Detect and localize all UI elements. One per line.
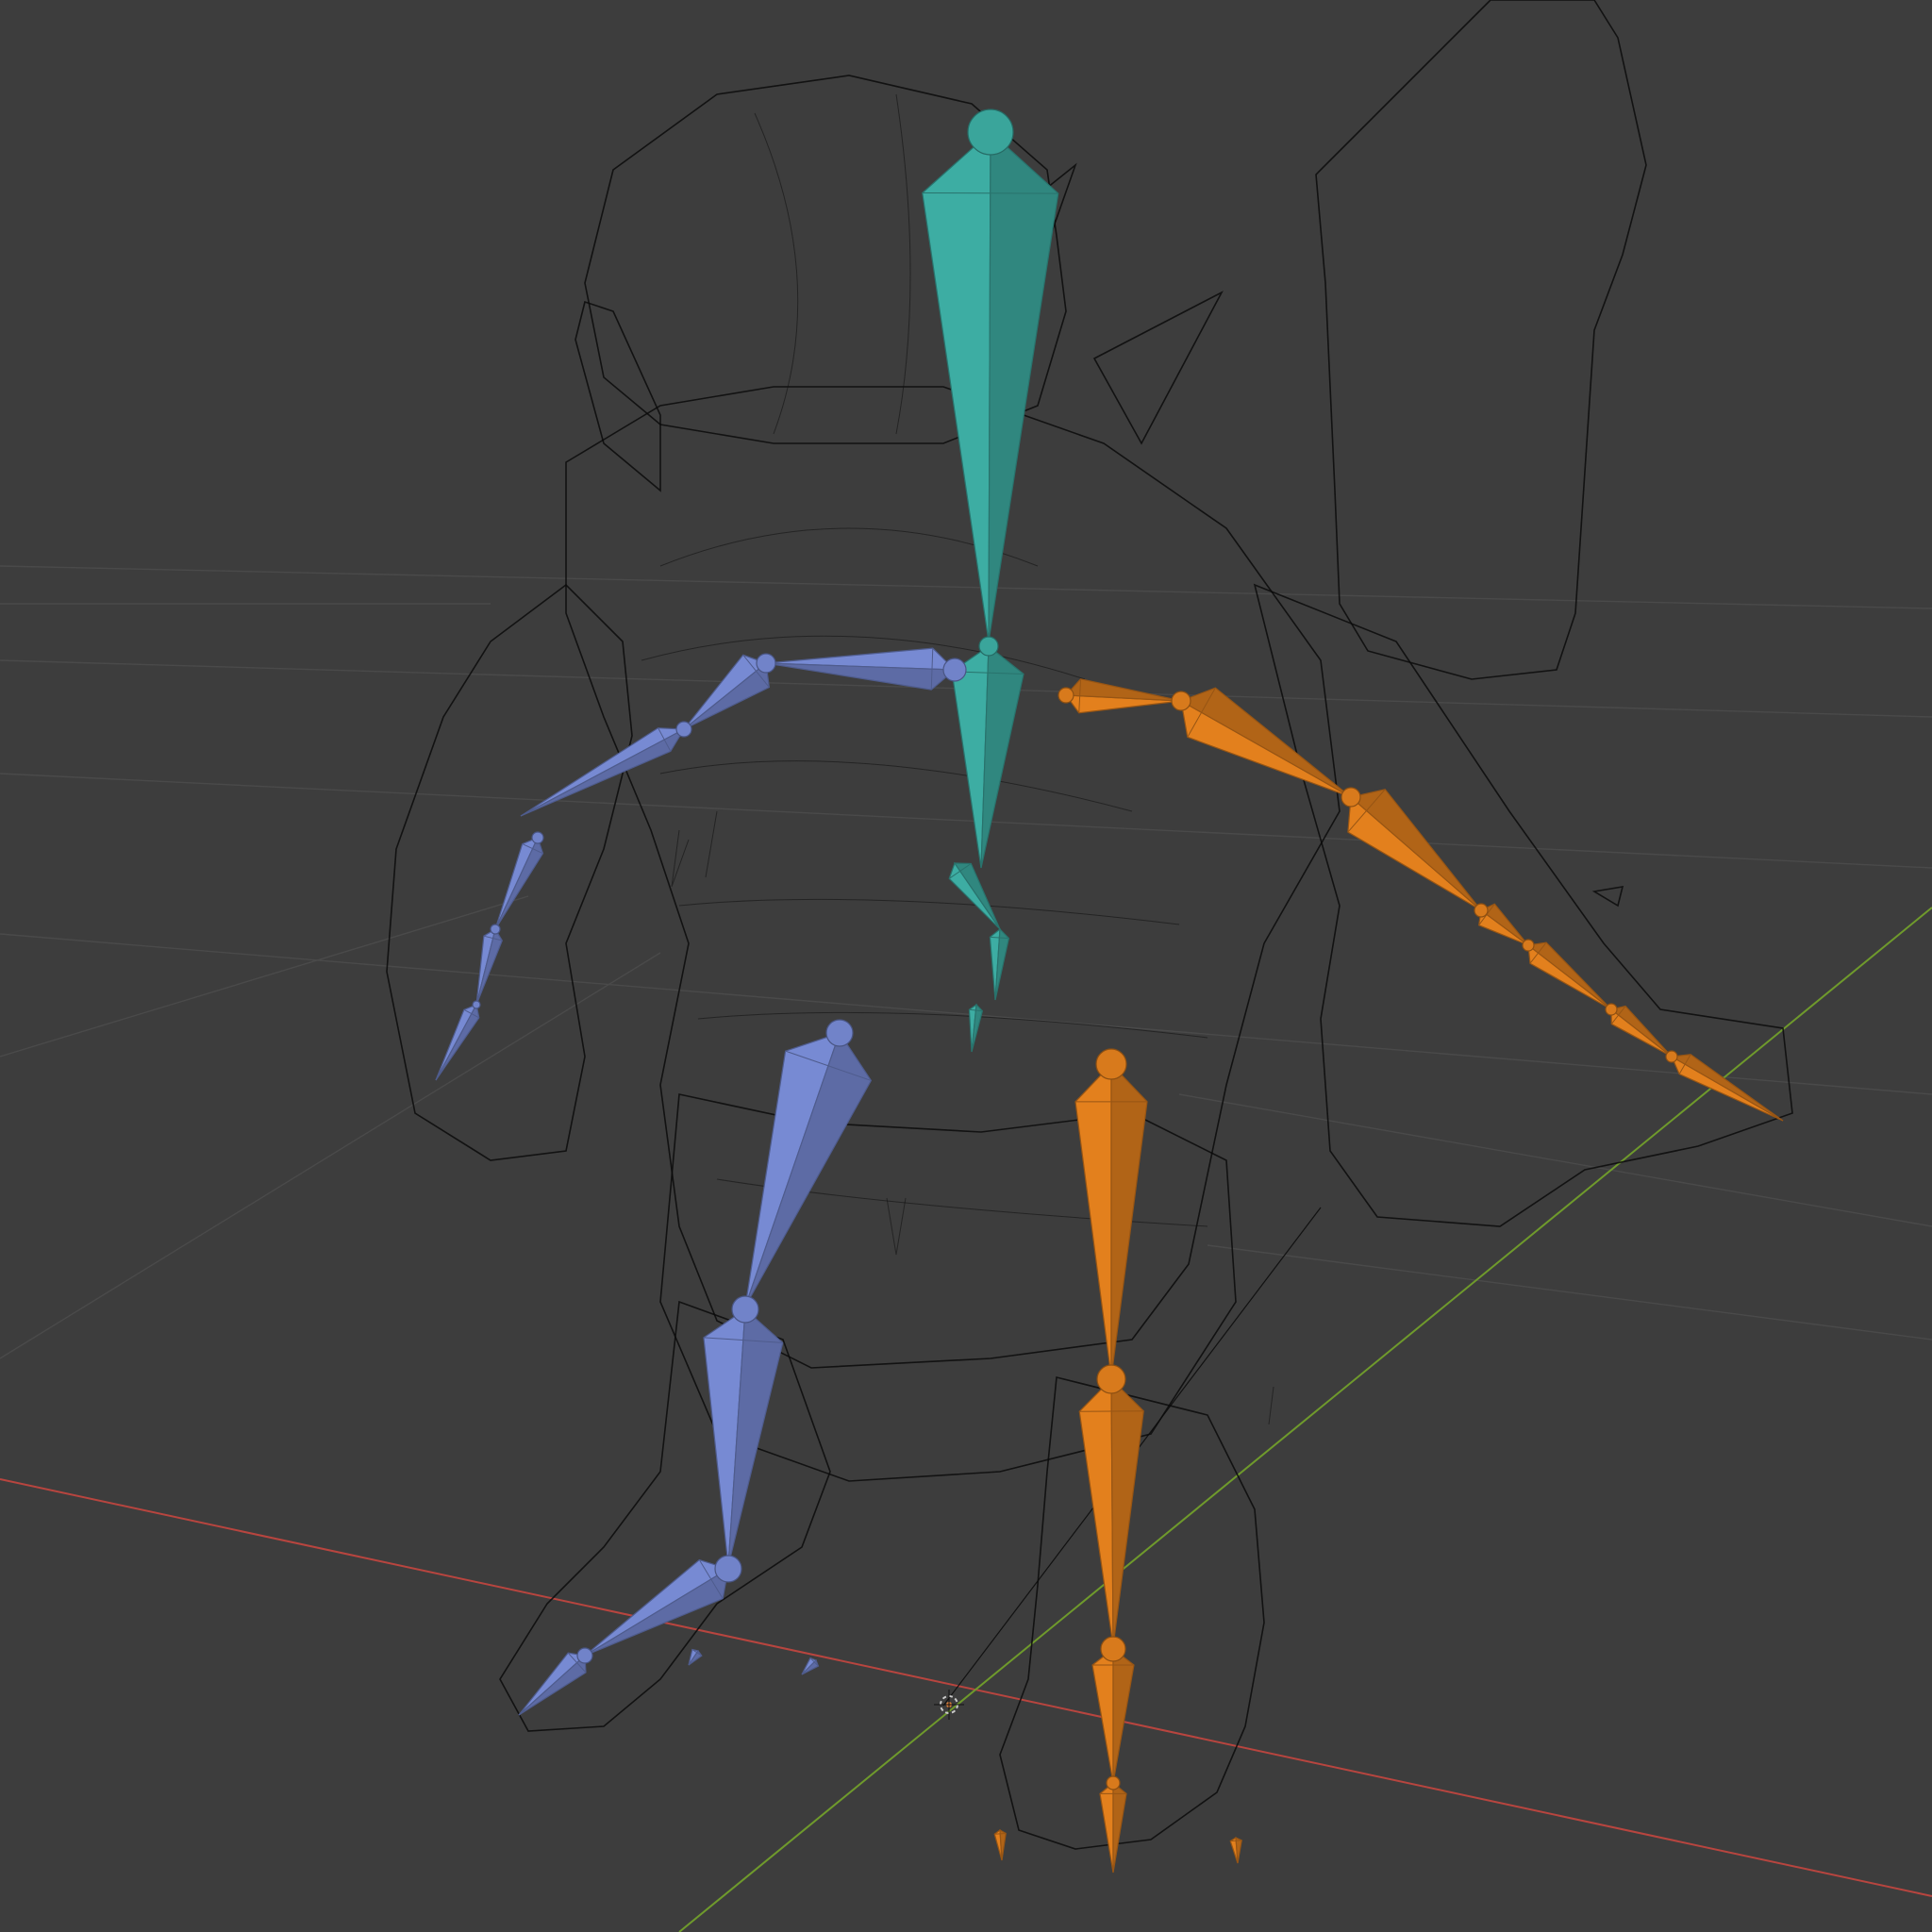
bone-finger-r-2[interactable]: [1605, 1003, 1673, 1058]
bone-upperarm-l[interactable]: [683, 653, 776, 730]
bone-finger-r-1-head-joint[interactable]: [1522, 939, 1535, 952]
scene-axes: [0, 907, 1932, 1932]
bone-toe-l-3[interactable]: [801, 1657, 820, 1675]
bone-toe-l[interactable]: [518, 1647, 593, 1716]
bone-thigh-r-head-joint[interactable]: [1095, 1048, 1127, 1080]
bone-shin-l-head-joint[interactable]: [731, 1295, 759, 1324]
bone-toe-r[interactable]: [1099, 1775, 1127, 1874]
bone-foot-l[interactable]: [584, 1555, 742, 1657]
bone-jaw-2[interactable]: [989, 927, 1010, 1001]
y-axis-line: [678, 907, 1932, 1932]
bone-upperarm-r[interactable]: [1171, 687, 1352, 798]
armature[interactable]: [435, 108, 1784, 1874]
bone-shoulder-r[interactable]: [1058, 678, 1182, 714]
bone-toe-r-2[interactable]: [993, 1828, 1007, 1861]
bone-toe-l-2[interactable]: [688, 1648, 703, 1666]
bone-shin-r-head-joint[interactable]: [1096, 1364, 1126, 1394]
bone-upperarm-r-head-joint[interactable]: [1171, 691, 1191, 711]
bone-thigh-r[interactable]: [1074, 1048, 1148, 1378]
bone-finger-l-2-head-joint[interactable]: [472, 1000, 481, 1009]
bone-finger-r-1[interactable]: [1522, 939, 1612, 1010]
bone-toe-r-head-joint[interactable]: [1106, 1775, 1121, 1790]
bone-thigh-l[interactable]: [744, 1019, 873, 1307]
bone-forearm-l-head-joint[interactable]: [675, 721, 692, 738]
bone-finger-l-1-head-joint[interactable]: [490, 924, 501, 935]
bone-shin-l[interactable]: [703, 1295, 784, 1567]
bone-foot-r-head-joint[interactable]: [1100, 1636, 1126, 1662]
bone-toe-r-3[interactable]: [1229, 1836, 1242, 1864]
bone-hand-r-head-joint[interactable]: [1474, 903, 1489, 918]
bone-shoulder-l-head-joint[interactable]: [942, 658, 967, 682]
character-wireframe-mesh[interactable]: [386, 0, 1793, 1850]
bone-hand-l-head-joint[interactable]: [531, 831, 544, 844]
bone-thigh-l-head-joint[interactable]: [825, 1019, 854, 1047]
x-axis-line: [0, 1478, 1932, 1897]
bone-hand-r[interactable]: [1474, 903, 1529, 946]
bone-foot-l-head-joint[interactable]: [714, 1555, 742, 1583]
bone-neck-head-joint[interactable]: [978, 636, 999, 657]
bone-finger-r-2-head-joint[interactable]: [1605, 1003, 1618, 1016]
bone-head-head-joint[interactable]: [967, 108, 1014, 156]
bone-jaw-1[interactable]: [948, 861, 1001, 930]
bone-jaw-3[interactable]: [968, 1003, 984, 1053]
bone-shin-r[interactable]: [1078, 1364, 1144, 1647]
bone-forearm-r-head-joint[interactable]: [1341, 787, 1361, 808]
bone-upperarm-l-head-joint[interactable]: [756, 653, 776, 674]
bone-toe-l-head-joint[interactable]: [576, 1647, 593, 1664]
origin-cursor-icon[interactable]: [934, 1690, 964, 1720]
bone-forearm-l[interactable]: [520, 721, 692, 817]
bone-finger-l-1[interactable]: [475, 924, 503, 1006]
bone-head[interactable]: [922, 108, 1059, 642]
bone-finger-r-3-head-joint[interactable]: [1665, 1050, 1678, 1063]
bone-foot-r[interactable]: [1091, 1636, 1135, 1784]
bone-hand-l[interactable]: [494, 831, 544, 930]
bone-shoulder-r-head-joint[interactable]: [1058, 687, 1074, 704]
3d-viewport[interactable]: [0, 0, 1932, 1932]
bone-forearm-r[interactable]: [1341, 787, 1482, 911]
viewport-canvas[interactable]: [0, 0, 1932, 1932]
